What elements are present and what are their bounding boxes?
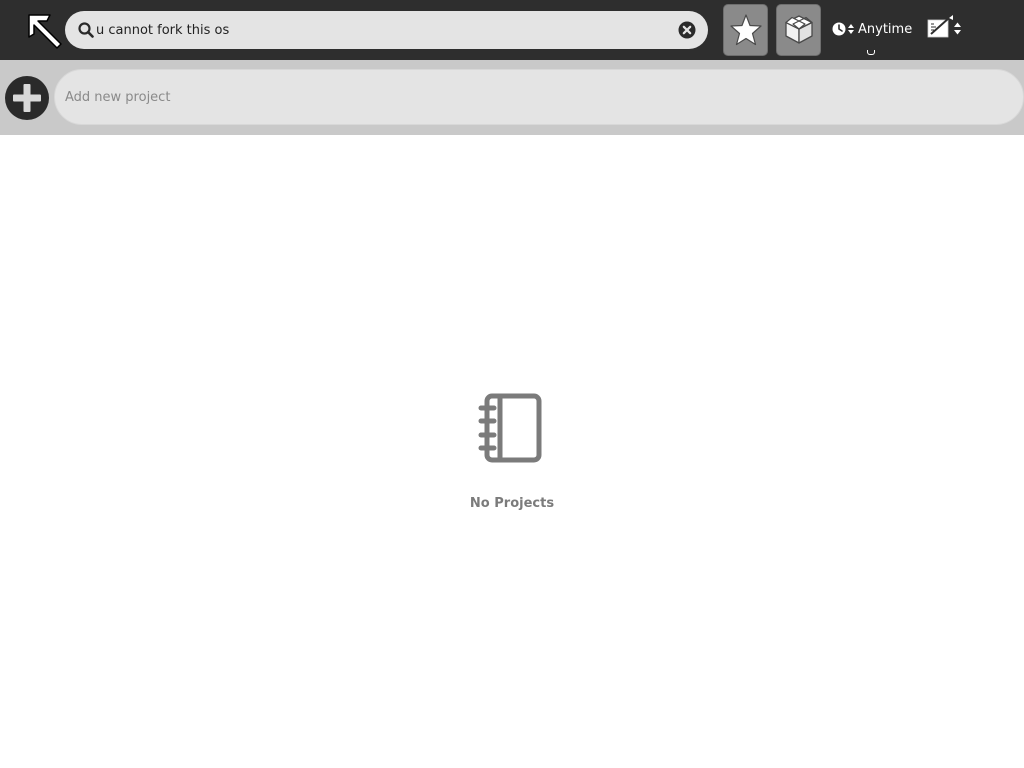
clear-icon[interactable]: [678, 21, 696, 39]
time-filter-label: Anytime: [858, 22, 913, 37]
top-toolbar: Anytime: [0, 0, 1024, 60]
new-project-input[interactable]: [54, 69, 1024, 125]
search-icon: [78, 22, 94, 38]
empty-state-label: No Projects: [469, 496, 555, 511]
add-project-bar: [0, 60, 1024, 135]
notebook-icon: [478, 393, 542, 463]
search-bar[interactable]: [65, 11, 708, 49]
box-icon: [785, 15, 813, 44]
time-filter-indicator: [867, 50, 875, 55]
arrow-up-left-logo-icon: [28, 14, 62, 49]
sort-icon[interactable]: [926, 14, 966, 44]
search-input[interactable]: [96, 11, 666, 49]
projects-button[interactable]: [776, 4, 821, 56]
star-icon: [730, 14, 762, 46]
plus-icon[interactable]: [4, 75, 50, 121]
updown-arrows-icon: [848, 24, 854, 34]
clock-icon: [832, 22, 846, 36]
starred-button[interactable]: [723, 4, 768, 56]
